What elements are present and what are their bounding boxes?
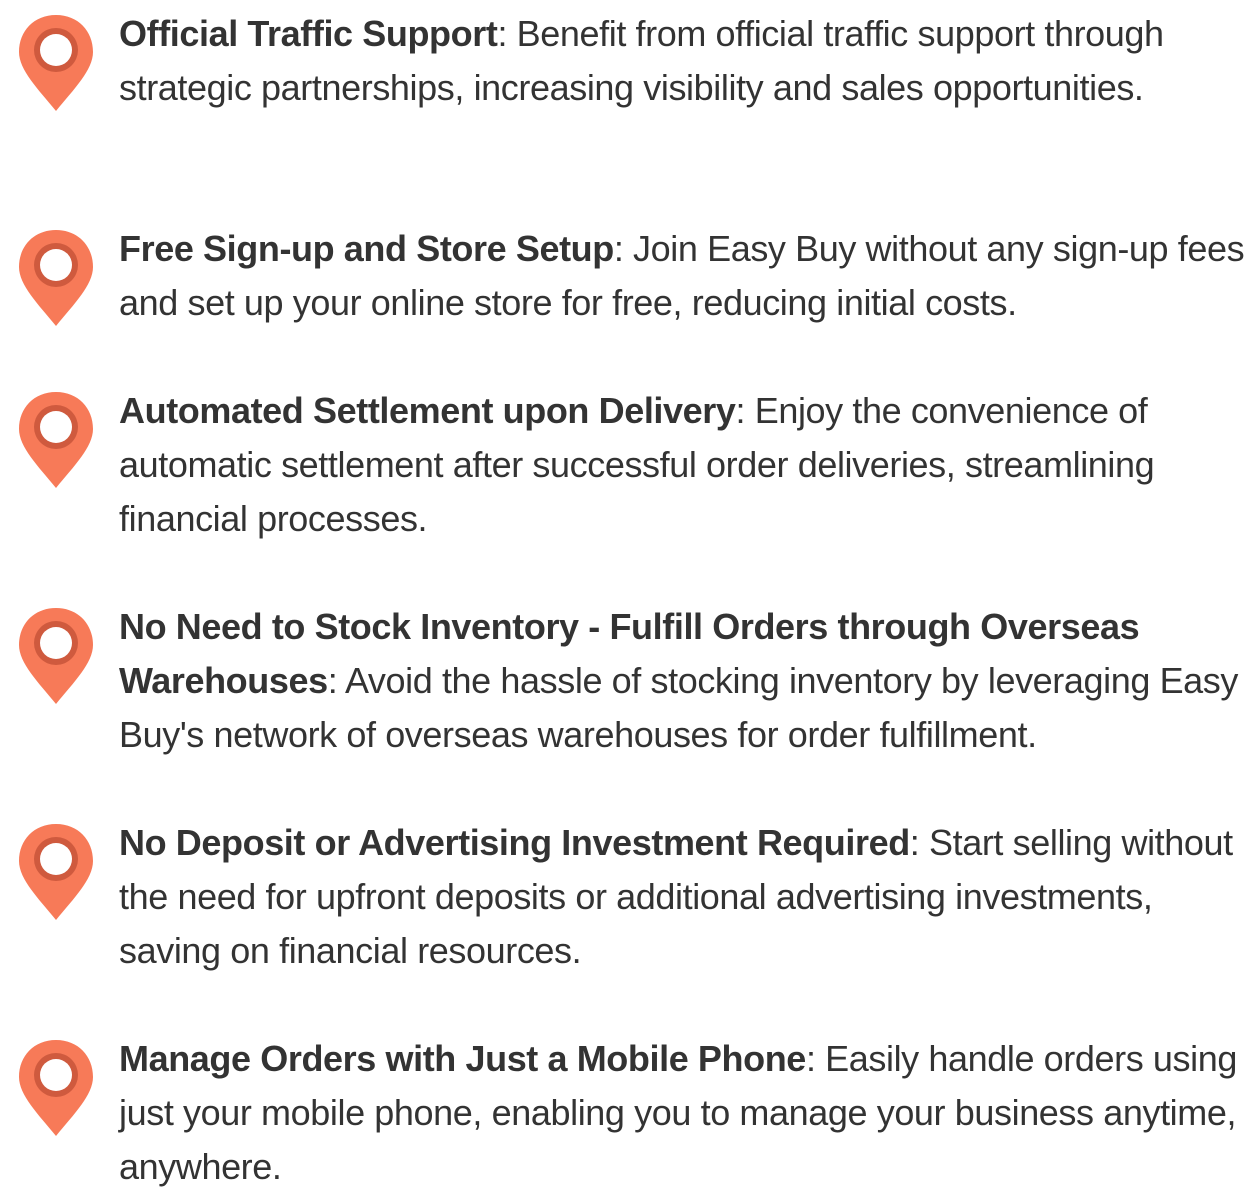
feature-title: Manage Orders with Just a Mobile Phone (119, 1038, 806, 1079)
feature-text: Official Traffic Support: Benefit from o… (119, 7, 1254, 115)
feature-text: No Deposit or Advertising Investment Req… (119, 816, 1254, 978)
feature-title: Free Sign-up and Store Setup (119, 228, 614, 269)
feature-text: Free Sign-up and Store Setup: Join Easy … (119, 222, 1254, 330)
feature-text: Manage Orders with Just a Mobile Phone: … (119, 1032, 1254, 1194)
feature-title: Official Traffic Support (119, 13, 498, 54)
feature-title: Automated Settlement upon Delivery (119, 390, 736, 431)
map-pin-icon (16, 1038, 96, 1138)
feature-text: No Need to Stock Inventory - Fulfill Ord… (119, 600, 1254, 762)
feature-title: No Deposit or Advertising Investment Req… (119, 822, 910, 863)
map-pin-icon (16, 228, 96, 328)
map-pin-icon (16, 13, 96, 113)
map-pin-icon (16, 606, 96, 706)
map-pin-icon (16, 822, 96, 922)
feature-text: Automated Settlement upon Delivery: Enjo… (119, 384, 1254, 546)
map-pin-icon (16, 390, 96, 490)
